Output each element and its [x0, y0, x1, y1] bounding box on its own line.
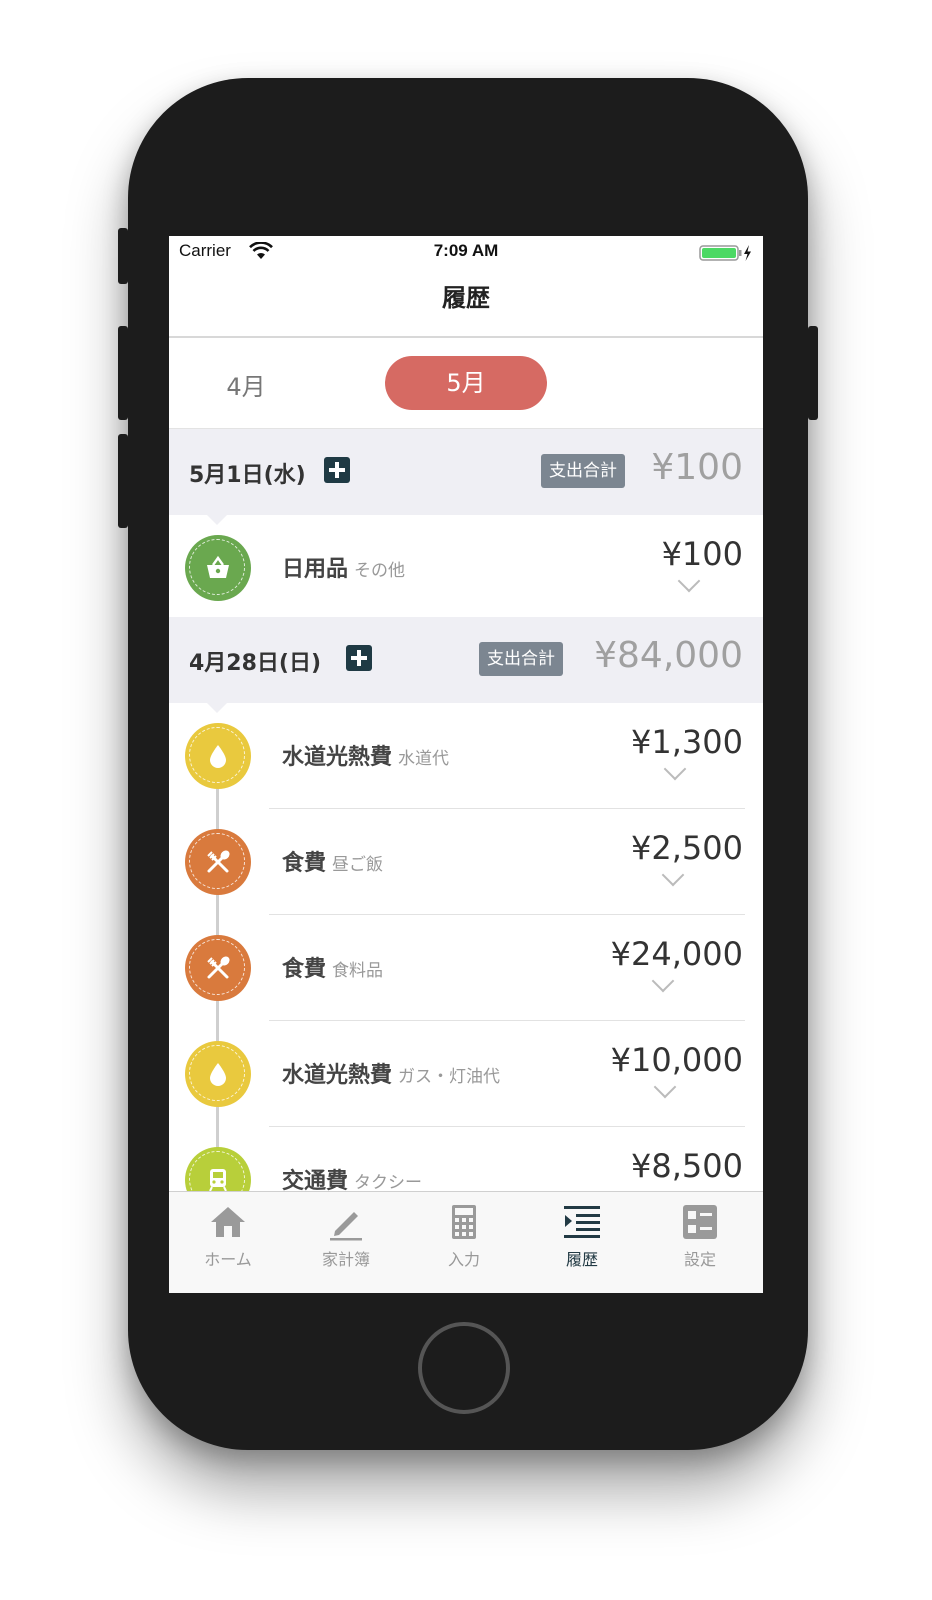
subcategory-name: ガス・灯油代 — [398, 1067, 501, 1087]
list-item[interactable]: 食費 昼ご飯 ¥2,500 — [169, 809, 763, 915]
status-time: 7:09 AM — [433, 241, 499, 260]
chevron-down-icon[interactable] — [653, 1075, 677, 1099]
list-item[interactable]: 水道光熱費 ガス・灯油代 ¥10,000 — [169, 1021, 763, 1127]
battery-charging-icon — [699, 245, 751, 261]
volume-down-button — [118, 434, 128, 528]
tab-april[interactable]: 4月 — [211, 362, 281, 412]
tab-may[interactable]: 5月 — [385, 356, 547, 410]
tab-label: 入力 — [447, 1250, 480, 1269]
entry-amount: ¥8,500 — [631, 1147, 743, 1185]
day-header: 4月28日(日) 支出合計 ¥84,000 — [169, 617, 763, 703]
subcategory-name: その他 — [354, 561, 406, 581]
entry-title: 水道光熱費 水道代 — [282, 739, 449, 771]
list-item[interactable]: 水道光熱費 水道代 ¥1,300 — [169, 703, 763, 809]
subcategory-name: タクシー — [354, 1173, 423, 1193]
tab-input[interactable]: 入力 — [405, 1192, 523, 1293]
day-total: ¥84,000 — [594, 635, 743, 676]
category-icon — [185, 829, 251, 895]
mute-switch — [118, 228, 128, 284]
tab-settings[interactable]: 設定 — [641, 1192, 759, 1293]
category-icon — [185, 935, 251, 1001]
day-date: 4月28日(日) — [189, 651, 322, 676]
power-button — [808, 326, 818, 420]
category-icon — [185, 535, 251, 601]
home-icon — [211, 1207, 245, 1237]
day-header: 5月1日(水) 支出合計 ¥100 — [169, 429, 763, 515]
chevron-down-icon[interactable] — [651, 969, 675, 993]
entry-amount: ¥24,000 — [610, 935, 743, 973]
tab-bar: ホーム 家計簿 入力 履歴 設定 — [169, 1191, 763, 1293]
entry-amount: ¥10,000 — [610, 1041, 743, 1079]
list-icon — [564, 1206, 600, 1238]
subcategory-name: 昼ご飯 — [332, 855, 384, 875]
day-total: ¥100 — [651, 447, 743, 488]
tab-label: 家計簿 — [321, 1250, 370, 1269]
chevron-down-icon[interactable] — [661, 863, 685, 887]
fork-spoon-icon — [207, 850, 230, 873]
list-item[interactable]: 日用品 その他 ¥100 — [169, 515, 763, 621]
entry-title: 日用品 その他 — [282, 551, 405, 583]
entry-title: 食費 昼ご飯 — [282, 845, 383, 877]
chevron-down-icon[interactable] — [663, 757, 687, 781]
chevron-down-icon[interactable] — [677, 569, 701, 593]
water-drop-icon — [210, 745, 226, 768]
subcategory-name: 水道代 — [398, 749, 450, 769]
category-name: 日用品 — [282, 557, 349, 582]
list-item[interactable]: 食費 食料品 ¥24,000 — [169, 915, 763, 1021]
add-entry-plus-icon[interactable] — [346, 645, 372, 671]
volume-up-button — [118, 326, 128, 420]
category-name: 食費 — [282, 851, 327, 876]
total-badge: 支出合計 — [479, 642, 563, 676]
pencil-icon — [330, 1212, 362, 1241]
add-entry-plus-icon[interactable] — [324, 457, 350, 483]
entry-amount: ¥2,500 — [631, 829, 743, 867]
category-icon — [185, 1041, 251, 1107]
tab-history[interactable]: 履歴 — [523, 1192, 641, 1293]
subcategory-name: 食料品 — [332, 961, 384, 981]
settings-icon — [683, 1205, 717, 1239]
fork-spoon-icon — [207, 956, 230, 979]
entry-title: 水道光熱費 ガス・灯油代 — [282, 1057, 500, 1089]
total-badge: 支出合計 — [541, 454, 625, 488]
entry-title: 食費 食料品 — [282, 951, 383, 983]
page-title: 履歴 — [442, 284, 490, 312]
entry-amount: ¥100 — [661, 535, 743, 573]
category-icon — [185, 723, 251, 789]
tab-label: 設定 — [683, 1250, 716, 1269]
train-icon — [209, 1169, 227, 1192]
app-screen: Carrier 7:09 AM 履歴 4月 5月 5月1日(水) 支出合計 ¥1… — [169, 236, 763, 1293]
status-bar: Carrier 7:09 AM — [169, 236, 763, 266]
basket-icon — [207, 555, 229, 578]
nav-divider — [169, 336, 763, 338]
category-name: 食費 — [282, 957, 327, 982]
water-drop-icon — [210, 1063, 226, 1086]
day-date: 5月1日(水) — [189, 463, 306, 488]
tab-label: ホーム — [204, 1250, 252, 1269]
tab-household-book[interactable]: 家計簿 — [287, 1192, 405, 1293]
entry-amount: ¥1,300 — [631, 723, 743, 761]
category-name: 水道光熱費 — [282, 745, 393, 770]
calculator-icon — [452, 1205, 476, 1239]
tab-home[interactable]: ホーム — [169, 1192, 287, 1293]
tab-label: 履歴 — [565, 1250, 598, 1269]
home-button[interactable] — [418, 1322, 510, 1414]
category-name: 水道光熱費 — [282, 1063, 393, 1088]
